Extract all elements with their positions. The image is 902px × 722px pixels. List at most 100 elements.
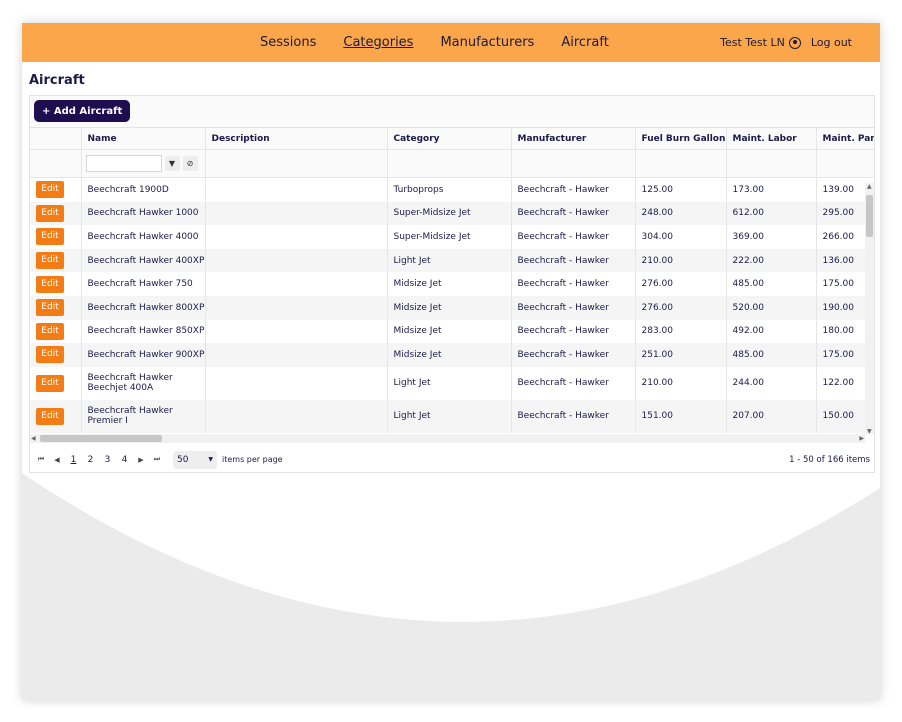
cell-maint-labor: 369.00 bbox=[726, 225, 817, 249]
edit-button[interactable]: Edit bbox=[36, 407, 64, 425]
filter-cell-name: ▼ ⊘ bbox=[81, 149, 206, 178]
filter-cell bbox=[816, 149, 874, 178]
column-header-name[interactable]: Name bbox=[81, 128, 206, 150]
edit-button[interactable]: Edit bbox=[36, 228, 64, 246]
cell-description bbox=[205, 225, 388, 249]
column-header-manufacturer[interactable]: Manufacturer bbox=[511, 128, 636, 150]
nav-categories[interactable]: Categories bbox=[343, 35, 413, 50]
cell-fuel-burn: 248.00 bbox=[635, 201, 727, 226]
chevron-down-icon: ▼ bbox=[208, 456, 213, 463]
nav-aircraft[interactable]: Aircraft bbox=[561, 35, 608, 50]
add-aircraft-button[interactable]: + Add Aircraft bbox=[34, 100, 131, 122]
cell-fuel-burn: 283.00 bbox=[635, 319, 727, 344]
cell-maint-labor: 244.00 bbox=[726, 366, 817, 400]
cell-category: Light Jet bbox=[387, 366, 512, 400]
edit-button[interactable]: Edit bbox=[36, 299, 64, 317]
cell-fuel-burn: 276.00 bbox=[635, 272, 727, 296]
aircraft-grid: + Add Aircraft Name Description Category… bbox=[29, 95, 875, 473]
column-header-category[interactable]: Category bbox=[387, 128, 512, 150]
cell-actions: Edit bbox=[30, 201, 82, 226]
user-name[interactable]: Test Test LN bbox=[720, 36, 785, 49]
top-navbar: Sessions Categories Manufacturers Aircra… bbox=[22, 23, 880, 62]
cell-actions: Edit bbox=[30, 248, 82, 273]
column-header-maint-labor[interactable]: Maint. Labor bbox=[726, 128, 817, 150]
table-row[interactable]: Edit Beechcraft Hawker 400XP Light Jet Beec… bbox=[30, 248, 874, 273]
scroll-down-icon[interactable]: ▼ bbox=[867, 428, 872, 434]
cell-name: Beechcraft Hawker 4000 bbox=[81, 225, 206, 249]
cell-name: Beechcraft 1900D bbox=[81, 177, 206, 202]
edit-button[interactable]: Edit bbox=[36, 346, 64, 364]
table-row[interactable]: Edit Beechcraft Hawker 900XP Midsize Jet Be… bbox=[30, 343, 874, 367]
column-header-description[interactable]: Description bbox=[205, 128, 388, 150]
cell-maint-labor: 485.00 bbox=[726, 343, 817, 367]
nav-sessions[interactable]: Sessions bbox=[260, 35, 316, 50]
scroll-up-icon[interactable]: ▲ bbox=[867, 183, 872, 190]
cell-name: Beechcraft Hawker Premier I bbox=[81, 399, 206, 433]
cell-manufacturer: Beechcraft - Hawker bbox=[511, 201, 636, 226]
page-title: Aircraft bbox=[29, 73, 85, 88]
cell-category: Midsize Jet bbox=[387, 272, 512, 296]
cell-fuel-burn: 304.00 bbox=[635, 225, 727, 249]
filter-icon[interactable]: ▼ bbox=[164, 156, 180, 171]
filter-cell-empty bbox=[30, 149, 82, 178]
cell-description bbox=[205, 248, 388, 273]
horizontal-scroll-thumb[interactable] bbox=[40, 435, 162, 442]
horizontal-scrollbar[interactable]: ◀ ▶ bbox=[30, 434, 865, 443]
column-header-maint-parts[interactable]: Maint. Par bbox=[816, 128, 874, 150]
grid-toolbar: + Add Aircraft bbox=[30, 96, 874, 128]
filter-cell bbox=[511, 149, 636, 178]
cell-description bbox=[205, 366, 388, 400]
cell-actions: Edit bbox=[30, 366, 82, 400]
table-row[interactable]: Edit Beechcraft Hawker 850XP Midsize Jet Be… bbox=[30, 319, 874, 344]
edit-button[interactable]: Edit bbox=[36, 181, 64, 199]
table-body: Edit Beechcraft 1900D Turboprops Beechcraft… bbox=[30, 177, 874, 433]
cell-name: Beechcraft Hawker 400XP bbox=[81, 248, 206, 273]
cell-manufacturer: Beechcraft - Hawker bbox=[511, 399, 636, 433]
table-row[interactable]: Edit Beechcraft Hawker 800XP Midsize Jet Be… bbox=[30, 295, 874, 320]
cell-name: Beechcraft Hawker 900XP bbox=[81, 343, 206, 367]
table-row[interactable]: Edit Beechcraft Hawker 1000 Super-Midsize … bbox=[30, 201, 874, 226]
cell-maint-labor: 222.00 bbox=[726, 248, 817, 273]
edit-button[interactable]: Edit bbox=[36, 252, 64, 270]
user-circle-icon[interactable] bbox=[788, 36, 801, 49]
app-window: Sessions Categories Manufacturers Aircra… bbox=[22, 23, 880, 700]
name-filter-input[interactable] bbox=[85, 155, 162, 172]
cell-category: Midsize Jet bbox=[387, 295, 512, 320]
cell-maint-labor: 207.00 bbox=[726, 399, 817, 433]
cell-description bbox=[205, 177, 388, 202]
background-wave bbox=[22, 473, 880, 700]
cell-manufacturer: Beechcraft - Hawker bbox=[511, 177, 636, 202]
edit-button[interactable]: Edit bbox=[36, 204, 64, 222]
cell-actions: Edit bbox=[30, 177, 82, 202]
header-row: Name Description Category Manufacturer F… bbox=[30, 128, 874, 150]
vertical-scroll-thumb[interactable] bbox=[866, 195, 873, 237]
edit-button[interactable]: Edit bbox=[36, 374, 64, 392]
cell-actions: Edit bbox=[30, 399, 82, 433]
column-header-actions bbox=[30, 128, 82, 150]
cell-fuel-burn: 210.00 bbox=[635, 366, 727, 400]
cell-maint-labor: 173.00 bbox=[726, 177, 817, 202]
edit-button[interactable]: Edit bbox=[36, 275, 64, 293]
edit-button[interactable]: Edit bbox=[36, 322, 64, 340]
cell-description bbox=[205, 399, 388, 433]
filter-clear-icon[interactable]: ⊘ bbox=[182, 156, 198, 171]
table-viewport: Name Description Category Manufacturer F… bbox=[30, 128, 874, 434]
table-row[interactable]: Edit Beechcraft Hawker 4000 Super-Midsize … bbox=[30, 225, 874, 249]
vertical-scrollbar[interactable]: ▲ ▼ bbox=[865, 183, 874, 434]
table-row[interactable]: Edit Beechcraft Hawker Premier I Light Jet… bbox=[30, 399, 874, 433]
cell-category: Midsize Jet bbox=[387, 343, 512, 367]
cell-actions: Edit bbox=[30, 343, 82, 367]
filter-row: ▼ ⊘ bbox=[30, 149, 874, 178]
nav-manufacturers[interactable]: Manufacturers bbox=[440, 35, 534, 50]
logout-link[interactable]: Log out bbox=[811, 36, 852, 49]
column-header-fuel-burn[interactable]: Fuel Burn Gallon... bbox=[635, 128, 727, 150]
table-row[interactable]: Edit Beechcraft 1900D Turboprops Beechcraft… bbox=[30, 177, 874, 202]
cell-manufacturer: Beechcraft - Hawker bbox=[511, 319, 636, 344]
table-row[interactable]: Edit Beechcraft Hawker 750 Midsize Jet Beec… bbox=[30, 272, 874, 296]
cell-fuel-burn: 251.00 bbox=[635, 343, 727, 367]
table-row[interactable]: Edit Beechcraft Hawker Beechjet 400A Light… bbox=[30, 366, 874, 400]
cell-name: Beechcraft Hawker 750 bbox=[81, 272, 206, 296]
scroll-left-icon[interactable]: ◀ bbox=[31, 435, 36, 442]
cell-maint-labor: 612.00 bbox=[726, 201, 817, 226]
scroll-right-icon[interactable]: ▶ bbox=[859, 435, 864, 442]
